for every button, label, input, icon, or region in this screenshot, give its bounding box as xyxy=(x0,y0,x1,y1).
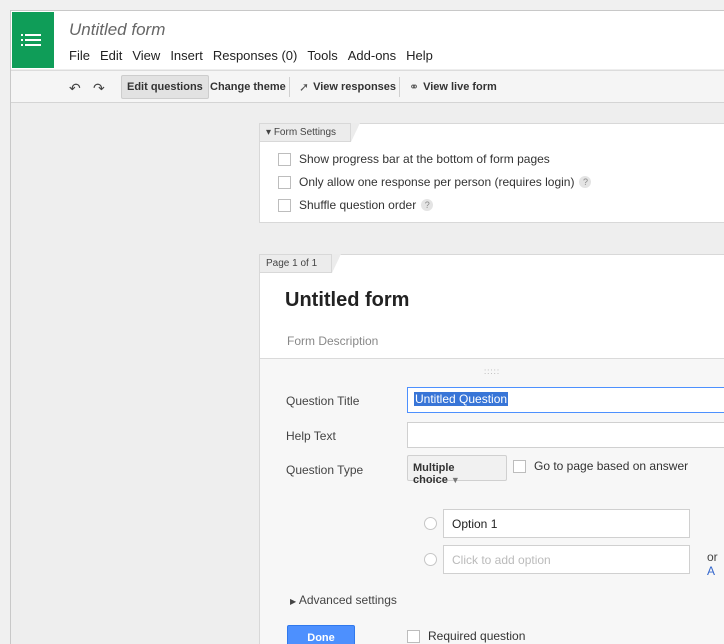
form-description-field[interactable]: Form Description xyxy=(287,334,378,348)
forms-home-icon[interactable] xyxy=(12,12,54,68)
form-page-card: Page 1 of 1 Untitled form Form Descripti… xyxy=(259,254,724,644)
question-type-select[interactable]: Multiple choice ▼ xyxy=(407,455,507,486)
shuffle-checkbox[interactable] xyxy=(278,198,291,212)
done-button[interactable]: Done xyxy=(287,625,355,644)
menu-view[interactable]: View xyxy=(132,48,160,63)
toolbar: ↶ ↷ Edit questions Change theme ➚ View r… xyxy=(11,70,724,103)
shuffle-option[interactable]: Shuffle question order ? xyxy=(278,198,434,212)
progress-bar-label: Show progress bar at the bottom of form … xyxy=(299,152,550,166)
menu-addons[interactable]: Add-ons xyxy=(348,48,396,63)
help-text-input[interactable] xyxy=(407,422,724,448)
progress-bar-option[interactable]: Show progress bar at the bottom of form … xyxy=(278,152,550,166)
app-window: Untitled form File Edit View Insert Resp… xyxy=(10,10,724,644)
chevron-down-icon: ▼ xyxy=(450,475,460,485)
menu-insert[interactable]: Insert xyxy=(170,48,203,63)
option-1-input[interactable]: Option 1 xyxy=(443,509,690,538)
help-icon[interactable]: ? xyxy=(579,176,592,188)
page-tab: Page 1 of 1 xyxy=(259,254,342,273)
form-settings-tab[interactable]: ▾ Form Settings xyxy=(259,123,361,142)
shuffle-label: Shuffle question order xyxy=(299,198,417,212)
view-live-form-button[interactable]: ⚭ View live form xyxy=(404,75,502,99)
menu-file[interactable]: File xyxy=(69,48,90,63)
one-response-label: Only allow one response per person (requ… xyxy=(299,175,575,189)
option-radio-icon xyxy=(424,517,437,530)
required-question-checkbox[interactable] xyxy=(407,629,420,643)
question-type-label: Question Type xyxy=(286,463,364,477)
goto-page-checkbox[interactable] xyxy=(513,459,526,473)
menu-tools[interactable]: Tools xyxy=(307,48,337,63)
menu-help[interactable]: Help xyxy=(406,48,433,63)
option-radio-icon xyxy=(424,553,437,566)
add-other-link[interactable]: A xyxy=(707,564,715,578)
form-title[interactable]: Untitled form xyxy=(285,289,409,312)
progress-bar-checkbox[interactable] xyxy=(278,152,291,166)
form-settings-panel: ▾ Form Settings Show progress bar at the… xyxy=(259,123,724,223)
edit-questions-label: Edit questions xyxy=(127,81,203,93)
required-question-label: Required question xyxy=(428,629,526,643)
change-theme-button[interactable]: Change theme xyxy=(205,75,291,99)
advanced-settings-toggle[interactable]: ▶ Advanced settings xyxy=(290,593,397,607)
live-form-icon: ⚭ xyxy=(409,80,420,94)
toolbar-divider xyxy=(399,77,400,97)
or-label: or xyxy=(707,550,718,564)
change-theme-label: Change theme xyxy=(210,81,286,93)
help-text-label: Help Text xyxy=(286,429,336,443)
menu-responses[interactable]: Responses (0) xyxy=(213,48,298,63)
question-editor: ::::: Question Title Untitled Question H… xyxy=(260,358,724,644)
advanced-settings-label: Advanced settings xyxy=(298,593,397,607)
toolbar-divider xyxy=(289,77,290,97)
view-live-form-label: View live form xyxy=(423,81,497,93)
menu-edit[interactable]: Edit xyxy=(100,48,122,63)
one-response-option[interactable]: Only allow one response per person (requ… xyxy=(278,175,592,189)
question-title-value: Untitled Question xyxy=(414,392,509,406)
collapse-triangle-icon: ▾ xyxy=(266,127,272,138)
question-title-label: Question Title xyxy=(286,394,360,408)
one-response-checkbox[interactable] xyxy=(278,175,291,189)
question-type-value: Multiple choice xyxy=(413,462,455,486)
redo-icon[interactable]: ↷ xyxy=(93,80,105,97)
add-other-text: or A xyxy=(707,550,724,578)
view-responses-button[interactable]: ➚ View responses xyxy=(294,75,401,99)
edit-questions-button[interactable]: Edit questions xyxy=(121,75,209,99)
menu-bar: File Edit View Insert Responses (0) Tool… xyxy=(69,48,433,63)
form-settings-tab-label: Form Settings xyxy=(273,127,337,138)
undo-icon[interactable]: ↶ xyxy=(69,80,81,97)
export-icon: ➚ xyxy=(299,80,310,94)
required-question-option[interactable]: Required question xyxy=(407,629,525,643)
header: Untitled form File Edit View Insert Resp… xyxy=(11,11,724,69)
drag-handle-icon[interactable]: ::::: xyxy=(484,367,500,376)
question-title-input[interactable]: Untitled Question xyxy=(407,387,724,413)
doc-title[interactable]: Untitled form xyxy=(69,20,165,40)
add-option-input[interactable]: Click to add option xyxy=(443,545,690,574)
goto-page-option[interactable]: Go to page based on answer xyxy=(513,459,688,473)
view-responses-label: View responses xyxy=(313,81,397,93)
help-icon[interactable]: ? xyxy=(421,199,434,211)
page-tab-label: Page 1 of 1 xyxy=(266,258,318,269)
expand-triangle-icon: ▶ xyxy=(290,597,297,606)
goto-page-label: Go to page based on answer xyxy=(534,459,689,473)
